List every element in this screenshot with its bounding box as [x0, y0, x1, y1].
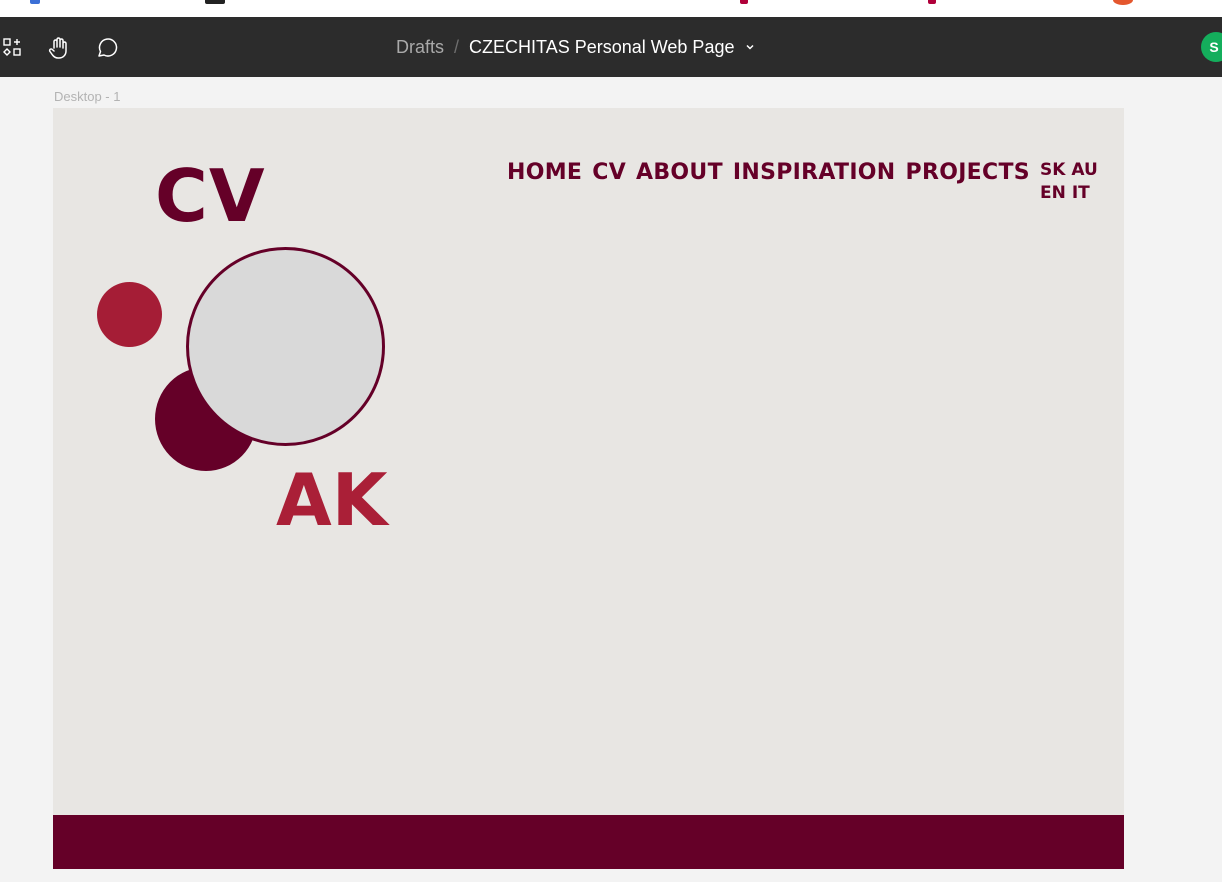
photo-placeholder-circle	[186, 247, 385, 446]
hand-icon[interactable]	[46, 35, 72, 61]
language-switcher: SK AU EN IT	[1040, 160, 1110, 206]
heading-initials: AK	[276, 458, 388, 542]
browser-bookmark-strip	[0, 0, 1222, 17]
frame-label[interactable]: Desktop - 1	[54, 89, 120, 104]
nav-home[interactable]: HOME	[507, 160, 582, 185]
figma-toolbar: Drafts / CZECHITAS Personal Web Page S	[0, 17, 1222, 77]
nav-inspiration[interactable]: INSPIRATION	[733, 160, 896, 185]
shapes-icon[interactable]	[0, 35, 26, 61]
nav-projects[interactable]: PROJECTS	[906, 160, 1030, 185]
nav-cv[interactable]: CV	[592, 160, 626, 185]
site-nav: HOME CV ABOUT INSPIRATION PROJECTS	[507, 160, 1030, 185]
lang-sk[interactable]: SK	[1040, 160, 1065, 180]
nav-about[interactable]: ABOUT	[636, 160, 723, 185]
avatar[interactable]: S	[1201, 32, 1222, 62]
lang-it[interactable]: IT	[1072, 183, 1090, 203]
lang-au[interactable]: AU	[1071, 160, 1097, 180]
breadcrumb-drafts[interactable]: Drafts	[396, 37, 444, 58]
file-name[interactable]: CZECHITAS Personal Web Page	[469, 37, 734, 58]
comment-icon[interactable]	[95, 35, 121, 61]
red-circle-decoration	[97, 282, 162, 347]
lang-en[interactable]: EN	[1040, 183, 1066, 203]
breadcrumb: Drafts / CZECHITAS Personal Web Page	[396, 17, 756, 77]
breadcrumb-separator: /	[454, 36, 460, 57]
footer-bar	[53, 815, 1124, 869]
desktop-frame[interactable]: HOME CV ABOUT INSPIRATION PROJECTS SK AU…	[53, 108, 1124, 869]
heading-cv: CV	[155, 154, 266, 238]
chevron-down-icon[interactable]	[744, 41, 756, 53]
